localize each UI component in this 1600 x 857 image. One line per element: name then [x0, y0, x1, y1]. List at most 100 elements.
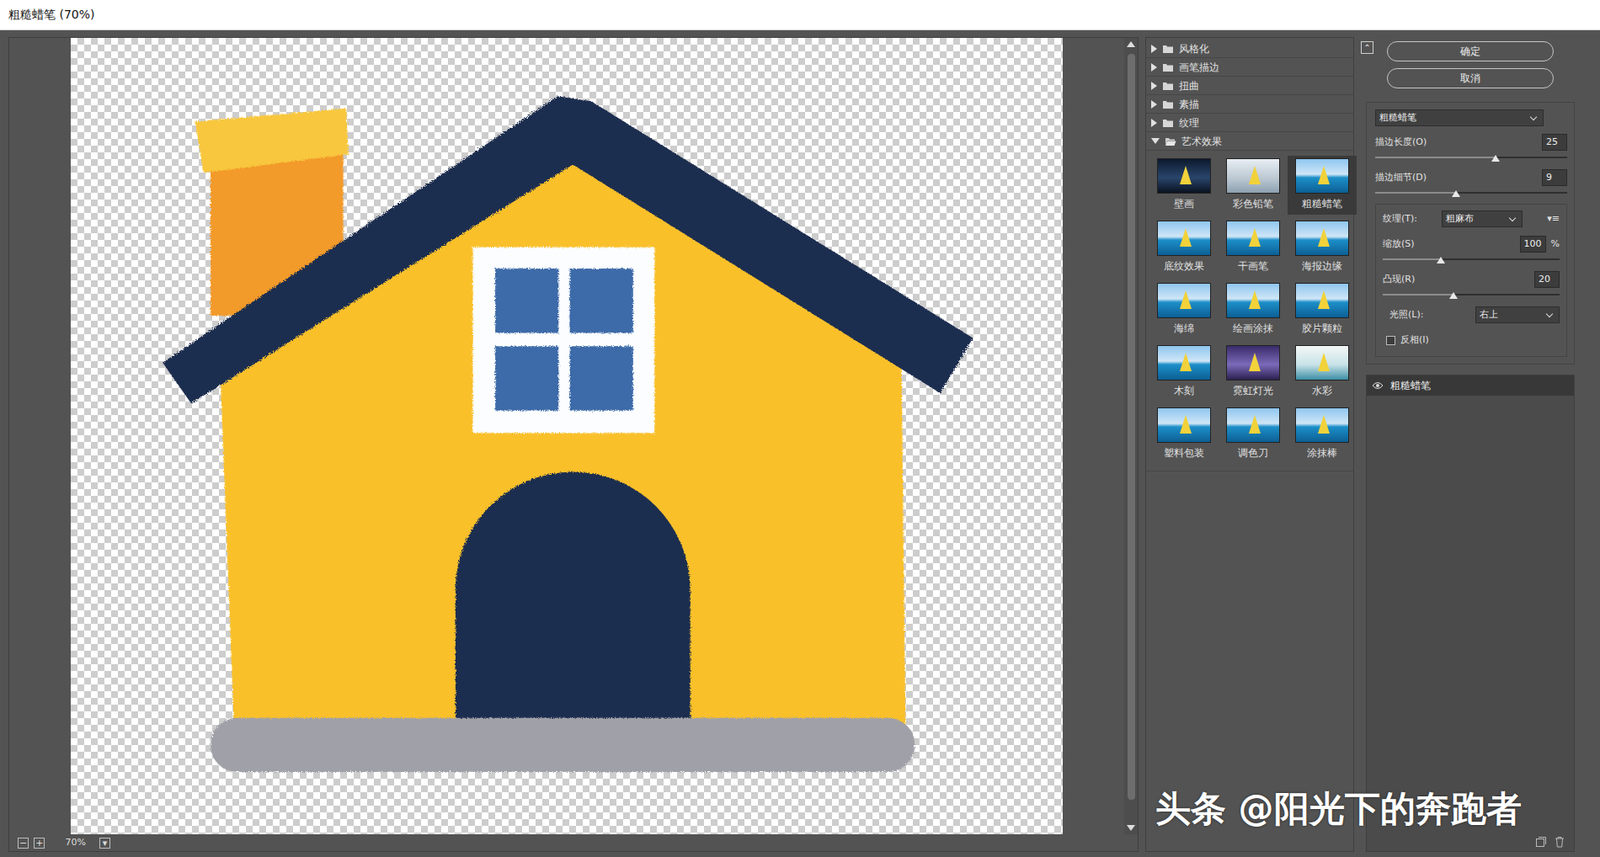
slider-fill[interactable]	[1382, 258, 1441, 261]
filter-category[interactable]: 艺术效果	[1146, 132, 1354, 151]
collapse-button[interactable]: ⌃	[1360, 41, 1374, 54]
folder-icon	[1162, 62, 1174, 73]
filter-thumbnail[interactable]: 干画笔	[1218, 218, 1288, 278]
filter-thumbnail[interactable]: 彩色铅笔	[1218, 155, 1288, 215]
filter-label: 霓虹灯光	[1232, 383, 1274, 399]
filter-preview-image	[1157, 158, 1211, 194]
filter-preview-image	[1295, 345, 1350, 381]
filter-label: 绘画涂抹	[1232, 320, 1274, 336]
param-label: 描边长度(O)	[1375, 135, 1427, 150]
filter-thumbnail[interactable]: 水彩	[1287, 342, 1357, 402]
filter-thumbnail[interactable]: 粗糙蜡笔	[1287, 155, 1357, 215]
param-slider[interactable]	[1375, 192, 1568, 194]
zoom-out-button[interactable]: −	[17, 837, 29, 849]
filter-select[interactable]: 粗糙蜡笔	[1375, 109, 1544, 127]
eye-icon[interactable]	[1371, 381, 1384, 390]
filter-thumbnail[interactable]: 海报边缘	[1287, 218, 1357, 278]
param-select[interactable]: 右上	[1475, 306, 1560, 324]
preview-canvas[interactable]	[70, 37, 1063, 835]
category-label: 纹理	[1178, 115, 1200, 131]
texture-select[interactable]: 粗麻布	[1441, 210, 1523, 228]
param-value[interactable]: 100	[1520, 235, 1547, 254]
param-row[interactable]: 反相(I)	[1382, 330, 1560, 350]
title-bar: 粗糙蜡笔 (70%)	[0, 0, 1600, 31]
param-slider[interactable]	[1382, 293, 1560, 296]
filter-category[interactable]: 风格化	[1146, 39, 1354, 59]
trash-icon[interactable]	[1553, 836, 1566, 848]
filter-category[interactable]: 扭曲	[1146, 76, 1354, 96]
effect-layer-row[interactable]: 粗糙蜡笔	[1366, 375, 1574, 396]
filter-thumbnail[interactable]: 塑料包装	[1149, 405, 1219, 464]
preview-panel: −+70% ▾	[8, 37, 1139, 853]
param-value[interactable]: 25	[1541, 133, 1568, 152]
texture-menu-button[interactable]: ▾≡	[1546, 212, 1560, 227]
filter-label: 海报边缘	[1301, 258, 1343, 274]
expand-arrow-icon[interactable]	[1151, 138, 1160, 144]
folder-icon	[1162, 99, 1174, 110]
filter-thumbnail[interactable]: 调色刀	[1218, 405, 1288, 464]
filter-preview-image	[1157, 407, 1211, 443]
scroll-up-icon[interactable]	[1126, 41, 1136, 48]
scroll-down-icon[interactable]	[1126, 825, 1136, 832]
ok-button[interactable]: 确定	[1386, 41, 1554, 62]
cancel-button[interactable]: 取消	[1386, 68, 1554, 89]
param-slider[interactable]	[1375, 156, 1568, 159]
filter-category[interactable]: 画笔描边	[1146, 58, 1354, 77]
param-value[interactable]: 20	[1534, 271, 1560, 289]
filter-preview-image	[1295, 158, 1350, 194]
filter-label: 木刻	[1173, 383, 1195, 399]
filter-label: 胶片颗粒	[1301, 320, 1343, 336]
filter-list: 风格化画笔描边扭曲素描纹理艺术效果壁画 彩色铅笔粗糙蜡笔底纹效果干画笔海报边缘海绵…	[1145, 37, 1355, 853]
scroll-thumb[interactable]	[1127, 53, 1136, 800]
category-label: 画笔描边	[1178, 59, 1220, 75]
filter-thumbnail[interactable]: 胶片颗粒	[1287, 280, 1357, 340]
folder-icon	[1162, 117, 1174, 128]
param-unit: %	[1551, 237, 1560, 252]
param-label: 凸现(R)	[1382, 272, 1415, 288]
filter-label: 调色刀	[1237, 445, 1269, 461]
category-label: 扭曲	[1178, 78, 1200, 94]
texture-label: 纹理(T):	[1382, 212, 1418, 227]
expand-arrow-icon[interactable]	[1151, 44, 1158, 54]
filter-thumbnail[interactable]: 壁画	[1149, 155, 1219, 215]
filter-preview-image	[1226, 345, 1280, 381]
filter-preview-image	[1157, 220, 1211, 256]
house-image	[70, 37, 1063, 835]
slider-fill[interactable]	[1382, 293, 1454, 296]
expand-arrow-icon[interactable]	[1151, 118, 1158, 128]
effect-layers: 粗糙蜡笔	[1365, 374, 1575, 853]
slider-fill[interactable]	[1375, 156, 1496, 159]
filter-preview-image	[1295, 407, 1350, 443]
param-slider[interactable]	[1382, 258, 1560, 261]
filter-thumbnail[interactable]: 底纹效果	[1149, 218, 1219, 278]
expand-arrow-icon[interactable]	[1151, 81, 1158, 91]
category-label: 素描	[1178, 96, 1200, 112]
preview-scrollbar[interactable]	[1124, 37, 1138, 835]
filter-label: 彩色铅笔	[1232, 196, 1274, 212]
zoom-menu-button[interactable]: ▾	[99, 837, 111, 849]
expand-arrow-icon[interactable]	[1151, 100, 1158, 109]
filter-label: 壁画	[1173, 196, 1195, 212]
filter-preview-image	[1157, 345, 1211, 381]
filter-preview-image	[1226, 220, 1280, 256]
filter-thumbnail[interactable]: 涂抹棒	[1287, 405, 1357, 464]
filter-label: 涂抹棒	[1306, 445, 1338, 461]
param-label: 描边细节(D)	[1375, 170, 1427, 186]
filter-thumbnail[interactable]: 绘画涂抹	[1218, 280, 1288, 340]
texture-row: 纹理(T): 粗麻布 ▾≡	[1382, 209, 1560, 229]
filter-category[interactable]: 素描	[1146, 95, 1354, 114]
new-layer-icon[interactable]	[1535, 836, 1547, 848]
slider-fill[interactable]	[1375, 192, 1456, 194]
filter-preview-image	[1295, 220, 1350, 256]
zoom-in-button[interactable]: +	[33, 837, 45, 849]
filter-category[interactable]: 纹理	[1146, 113, 1354, 133]
filter-thumbnail[interactable]: 木刻	[1149, 342, 1219, 402]
filter-thumbnail[interactable]: 霓虹灯光	[1218, 342, 1288, 402]
filter-thumbnail[interactable]: 海绵	[1149, 280, 1219, 340]
param-checkbox[interactable]	[1386, 336, 1396, 346]
param-value[interactable]: 9	[1541, 169, 1568, 187]
expand-arrow-icon[interactable]	[1151, 63, 1158, 72]
zoom-level: 70%	[49, 836, 94, 851]
category-label: 艺术效果	[1181, 133, 1222, 150]
filter-thumbnails: 壁画 彩色铅笔粗糙蜡笔底纹效果干画笔海报边缘海绵绘画涂抹 胶片颗粒木刻 霓虹灯光水彩塑…	[1146, 150, 1354, 472]
